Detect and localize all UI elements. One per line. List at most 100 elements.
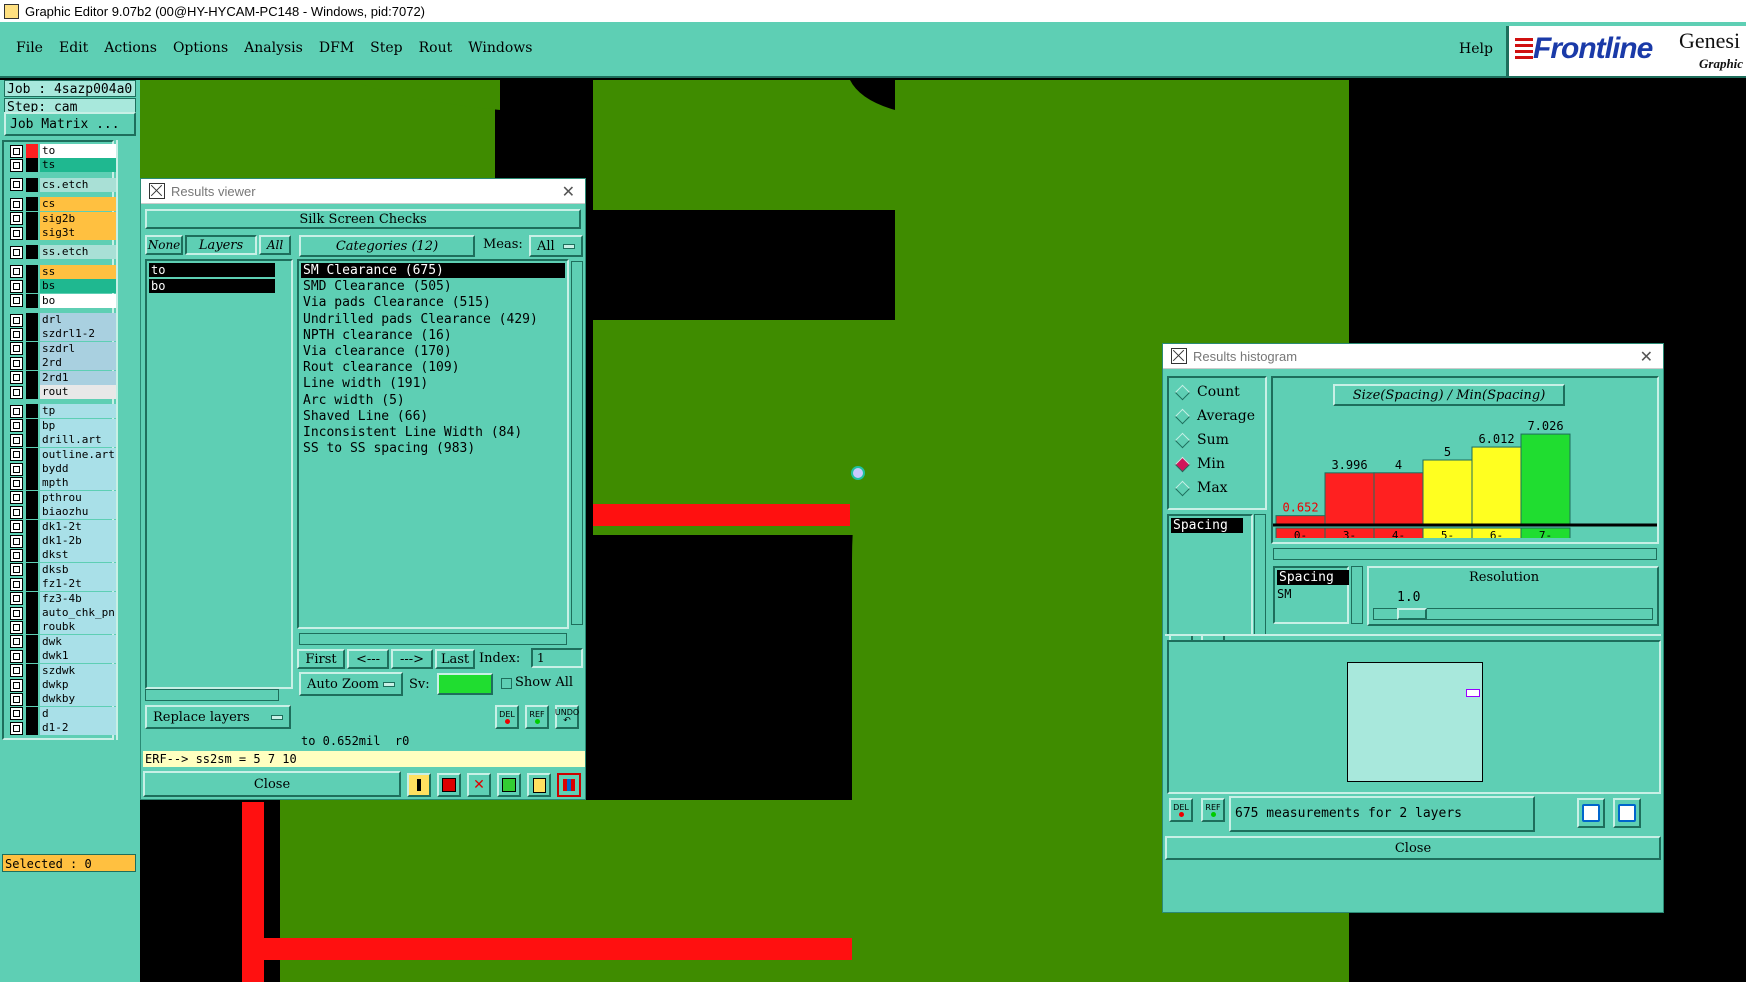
layer-row-dwkby[interactable]: dwkby bbox=[10, 692, 116, 707]
spacing-list[interactable]: Spacing SM bbox=[1273, 566, 1349, 624]
tool-icon-5[interactable] bbox=[527, 773, 551, 797]
layer-checkbox[interactable] bbox=[10, 577, 23, 591]
histogram-bar[interactable] bbox=[1324, 472, 1375, 525]
preview-box[interactable] bbox=[1347, 662, 1483, 782]
layer-checkbox[interactable] bbox=[10, 327, 23, 341]
category-item[interactable]: SM Clearance (675) bbox=[301, 263, 565, 278]
layer-row-drl[interactable]: drl bbox=[10, 313, 116, 327]
result-layers-hscroll[interactable] bbox=[145, 689, 279, 701]
category-item[interactable]: Rout clearance (109) bbox=[301, 360, 565, 375]
layer-checkbox[interactable] bbox=[10, 462, 23, 476]
replace-layers-select[interactable]: Replace layers bbox=[145, 705, 291, 729]
layer-row-cs.etch[interactable]: cs.etch bbox=[10, 177, 116, 192]
all-button[interactable]: All bbox=[259, 235, 291, 255]
layer-checkbox[interactable] bbox=[10, 707, 23, 721]
result-layer-item[interactable]: to bbox=[149, 263, 275, 277]
layer-checkbox[interactable] bbox=[10, 692, 23, 706]
layer-checkbox[interactable] bbox=[10, 279, 23, 293]
layer-list-scrollbar[interactable] bbox=[116, 140, 138, 740]
menu-options[interactable]: Options bbox=[173, 40, 228, 56]
measure-list[interactable]: Spacing bbox=[1167, 514, 1253, 636]
layer-row-2rd[interactable]: 2rd bbox=[10, 356, 116, 371]
sv-color-select[interactable] bbox=[437, 673, 493, 695]
layer-row-bo[interactable]: bo bbox=[10, 293, 116, 308]
layer-row-szdrl1-2[interactable]: szdrl1-2 bbox=[10, 327, 116, 342]
layer-checkbox[interactable] bbox=[10, 404, 23, 418]
show-all-checkbox[interactable] bbox=[501, 678, 512, 689]
layer-row-bydd[interactable]: bydd bbox=[10, 462, 116, 476]
layer-checkbox[interactable] bbox=[10, 433, 23, 447]
category-item[interactable]: Inconsistent Line Width (84) bbox=[301, 425, 565, 440]
layer-row-fz1-2t[interactable]: fz1-2t bbox=[10, 577, 116, 592]
menu-analysis[interactable]: Analysis bbox=[244, 40, 303, 56]
histogram-bar[interactable] bbox=[1275, 515, 1326, 525]
histogram-close-button[interactable]: Close bbox=[1165, 836, 1661, 860]
spacing-item-selected[interactable]: Spacing bbox=[1277, 570, 1349, 585]
menu-windows[interactable]: Windows bbox=[468, 40, 532, 56]
del-button[interactable]: DEL bbox=[495, 705, 519, 729]
resolution-slider-thumb[interactable] bbox=[1397, 608, 1427, 620]
last-button[interactable]: Last bbox=[435, 649, 475, 669]
layer-checkbox[interactable] bbox=[10, 313, 23, 327]
layer-row-pthrou[interactable]: pthrou bbox=[10, 490, 116, 505]
silk-screen-checks-header[interactable]: Silk Screen Checks bbox=[145, 209, 581, 229]
histogram-bar[interactable] bbox=[1373, 472, 1424, 525]
layer-checkbox[interactable] bbox=[10, 678, 23, 692]
category-item[interactable]: Undrilled pads Clearance (429) bbox=[301, 312, 565, 327]
help-menu[interactable]: Help bbox=[1459, 41, 1493, 57]
category-item[interactable]: Via clearance (170) bbox=[301, 344, 565, 359]
close-icon[interactable]: ✕ bbox=[562, 182, 575, 202]
layer-row-mpth[interactable]: mpth bbox=[10, 476, 116, 491]
layer-row-outline.art[interactable]: outline.art bbox=[10, 447, 116, 462]
next-button[interactable]: ---> bbox=[391, 649, 433, 669]
layer-checkbox[interactable] bbox=[10, 649, 23, 663]
layer-checkbox[interactable] bbox=[10, 476, 23, 490]
layer-row-dwk[interactable]: dwk bbox=[10, 634, 116, 649]
close-icon[interactable]: ✕ bbox=[1640, 347, 1653, 367]
layer-checkbox[interactable] bbox=[10, 548, 23, 562]
spacing-list-vscroll[interactable] bbox=[1351, 566, 1363, 624]
first-button[interactable]: First bbox=[297, 649, 345, 669]
histogram-icon[interactable] bbox=[557, 773, 581, 797]
layer-row-rout[interactable]: rout bbox=[10, 385, 116, 399]
measure-item-selected[interactable]: Spacing bbox=[1171, 518, 1243, 533]
layer-checkbox[interactable] bbox=[10, 620, 23, 634]
tool-icon-4[interactable] bbox=[497, 773, 521, 797]
layer-checkbox[interactable] bbox=[10, 212, 23, 226]
menu-rout[interactable]: Rout bbox=[419, 40, 453, 56]
category-item[interactable]: SS to SS spacing (983) bbox=[301, 441, 565, 456]
layer-checkbox[interactable] bbox=[10, 563, 23, 577]
auto-zoom-select[interactable]: Auto Zoom bbox=[299, 672, 403, 696]
layer-checkbox[interactable] bbox=[10, 664, 23, 678]
zoom-out-icon[interactable] bbox=[1613, 798, 1641, 828]
layer-checkbox[interactable] bbox=[10, 385, 23, 399]
layer-list[interactable]: to ts cs.etch cs sig2b sig3t ss.etch ss bs bo drl s… bbox=[2, 140, 116, 740]
layer-checkbox[interactable] bbox=[10, 721, 23, 735]
option-count[interactable]: Count bbox=[1174, 384, 1240, 400]
category-item[interactable]: Line width (191) bbox=[301, 376, 565, 391]
layer-checkbox[interactable] bbox=[10, 158, 23, 172]
layer-checkbox[interactable] bbox=[10, 265, 23, 279]
categories-list[interactable]: SM Clearance (675) SMD Clearance (505) Via… bbox=[297, 259, 569, 629]
prev-button[interactable]: <--- bbox=[347, 649, 389, 669]
layer-row-dwk1[interactable]: dwk1 bbox=[10, 649, 116, 664]
category-item[interactable]: Shaved Line (66) bbox=[301, 409, 565, 424]
layer-row-dk1-2t[interactable]: dk1-2t bbox=[10, 519, 116, 534]
chart-hscroll[interactable] bbox=[1273, 548, 1657, 560]
categories-tab[interactable]: Categories (12) bbox=[299, 235, 475, 257]
results-close-button[interactable]: Close bbox=[143, 771, 401, 797]
layer-checkbox[interactable] bbox=[10, 520, 23, 534]
layer-checkbox[interactable] bbox=[10, 144, 23, 158]
layer-checkbox[interactable] bbox=[10, 505, 23, 519]
layer-row-ss[interactable]: ss bbox=[10, 264, 116, 279]
layer-row-szdrl[interactable]: szdrl bbox=[10, 341, 116, 356]
layer-checkbox[interactable] bbox=[10, 245, 23, 259]
layer-row-szdwk[interactable]: szdwk bbox=[10, 663, 116, 678]
categories-vscroll[interactable] bbox=[571, 261, 583, 625]
layer-checkbox[interactable] bbox=[10, 294, 23, 308]
layer-row-bp[interactable]: bp bbox=[10, 418, 116, 433]
spacing-item[interactable]: SM bbox=[1277, 587, 1291, 601]
tool-icon-3[interactable]: ✕ bbox=[467, 773, 491, 797]
layer-row-cs[interactable]: cs bbox=[10, 197, 116, 212]
layer-row-dwkp[interactable]: dwkp bbox=[10, 678, 116, 692]
